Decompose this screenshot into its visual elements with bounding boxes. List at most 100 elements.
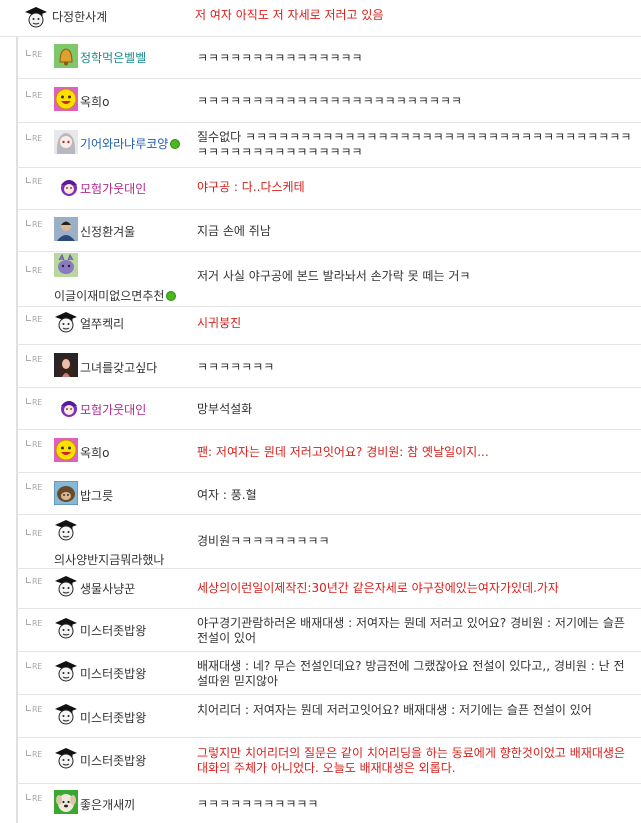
reply-indicator: RE [26, 483, 42, 492]
comment-row: RE 옥희o 팬: 저여자는 뭔데 저러고잇어요? 경비원: 참 옛날일이지..… [16, 430, 641, 473]
graduate-cap-avatar[interactable] [24, 5, 48, 29]
reply-arrow-icon [26, 398, 31, 404]
reply-indicator: RE [26, 177, 42, 186]
author-name[interactable]: 생물사냥꾼 [80, 580, 135, 597]
comment-text: 치어리더 : 저여자는 뭔데 저러고잇어요? 배재대생 : 저기에는 슬픈 전설… [197, 703, 592, 717]
comment-text: 배재대생 : 네? 무슨 전설인데요? 방금전에 그랬잖아요 전설이 있다고,,… [197, 659, 625, 688]
reply-indicator: RE [26, 355, 42, 364]
reply-arrow-icon [26, 529, 31, 535]
author-name[interactable]: 얼쭈켁리 [80, 315, 124, 332]
graduate-cap-avatar[interactable] [54, 746, 78, 770]
comment-text: ㅋㅋㅋㅋㅋㅋㅋㅋㅋㅋㅋㅋㅋㅋㅋ [197, 51, 363, 65]
comment-text: 야구공 : 다..다스케테 [197, 180, 305, 194]
comment-text: 야구경기관람하러온 배재대생 : 저여자는 뭔데 저러고 있어요? 경비원 : … [197, 616, 625, 645]
comment-text: 저 여자 아직도 저 자세로 저러고 있음 [195, 8, 384, 22]
comment-row: RE 밥그릇 여자 : 풍.혈 [16, 473, 641, 515]
author-name[interactable]: 옥희o [80, 93, 109, 110]
reply-arrow-icon [26, 794, 31, 800]
comment-row: RE 옥희o ㅋㅋㅋㅋㅋㅋㅋㅋㅋㅋㅋㅋㅋㅋㅋㅋㅋㅋㅋㅋㅋㅋㅋㅋ [16, 79, 641, 123]
comment-text: 경비원ㅋㅋㅋㅋㅋㅋㅋㅋㅋ [197, 534, 330, 548]
graduate-cap-avatar[interactable] [54, 702, 78, 726]
author-name[interactable]: 모험가웃대인 [80, 180, 146, 197]
hedgehog-avatar[interactable] [54, 481, 78, 505]
author-name[interactable]: 미스터좃밥왕 [80, 752, 146, 769]
comment-text: 세상의이런일이제작진:30년간 같은자세로 야구장에있는여자가있데.가자 [197, 581, 559, 595]
comment-row: RE 이글이재미없으면추천 저거 사실 야구공에 본드 발라놔서 손가락 못 떼… [16, 252, 641, 307]
comment-row: RE 생물사냥꾼 세상의이런일이제작진:30년간 같은자세로 야구장에있는여자가… [16, 569, 641, 609]
author-name[interactable]: 옥희o [80, 444, 109, 461]
comment-row: RE 모험가웃대인 야구공 : 다..다스케테 [16, 168, 641, 210]
reply-indicator: RE [26, 794, 42, 803]
comment-row: 다정한사계 저 여자 아직도 저 자세로 저러고 있음 [0, 0, 641, 37]
reply-arrow-icon [26, 50, 31, 56]
dog-avatar[interactable] [54, 790, 78, 814]
comment-row: RE 미스터좃밥왕 야구경기관람하러온 배재대생 : 저여자는 뭔데 저러고 있… [16, 609, 641, 652]
reply-indicator: RE [26, 577, 42, 586]
graduate-cap-avatar[interactable] [54, 518, 78, 542]
online-status-icon [166, 291, 177, 301]
author-name[interactable]: 정학먹은벨벨 [80, 49, 146, 66]
comment-row: RE 얼쭈켁리 시귀붕진 [16, 307, 641, 345]
purple-creature-avatar[interactable] [54, 253, 78, 277]
reply-arrow-icon [26, 750, 31, 756]
author-name[interactable]: 의사양반지금뭐라했나 [54, 551, 164, 568]
author-name[interactable]: 신정환겨울 [80, 223, 135, 240]
comment-row: RE 좋은개새끼 ㅋㅋㅋㅋㅋㅋㅋㅋㅋㅋㅋ [16, 784, 641, 823]
reply-arrow-icon [26, 134, 31, 140]
comment-row: RE 미스터좃밥왕 배재대생 : 네? 무슨 전설인데요? 방금전에 그랬잖아요… [16, 652, 641, 695]
comment-row: RE 모험가웃대인 망부석설화 [16, 388, 641, 430]
author-name[interactable]: 미스터좃밥왕 [80, 622, 146, 639]
author-name[interactable]: 미스터좃밥왕 [80, 665, 146, 682]
reply-arrow-icon [26, 619, 31, 625]
comment-text: 팬: 저여자는 뭔데 저러고잇어요? 경비원: 참 옛날일이지... [197, 445, 489, 459]
bell-avatar[interactable] [54, 44, 78, 68]
graduate-cap-avatar[interactable] [54, 574, 78, 598]
reply-arrow-icon [26, 662, 31, 668]
comment-text: 여자 : 풍.혈 [197, 488, 257, 502]
reply-arrow-icon [26, 91, 31, 97]
comment-row: RE 그녀를갖고싶다 ㅋㅋㅋㅋㅋㅋㅋ [16, 345, 641, 388]
purple-cap-avatar[interactable] [57, 174, 81, 198]
woman-photo-avatar[interactable] [54, 353, 78, 377]
smiley-avatar[interactable] [54, 438, 78, 462]
reply-arrow-icon [26, 483, 31, 489]
comment-text: 그렇지만 치어리더의 질문은 같이 치어리딩을 하는 동료에게 향한것이었고 배… [197, 746, 625, 775]
author-name[interactable]: 미스터좃밥왕 [80, 709, 146, 726]
online-status-icon [170, 139, 181, 149]
comment-row: RE 신정환겨울 지금 손에 쥐남 [16, 210, 641, 252]
reply-indicator: RE [26, 619, 42, 628]
anime-girl-avatar[interactable] [54, 130, 78, 154]
reply-indicator: RE [26, 750, 42, 759]
reply-arrow-icon [26, 315, 31, 321]
photo-avatar[interactable] [54, 217, 78, 241]
reply-arrow-icon [26, 440, 31, 446]
reply-arrow-icon [26, 705, 31, 711]
author-name[interactable]: 밥그릇 [80, 487, 113, 504]
reply-indicator: RE [26, 315, 42, 324]
comment-row: RE 정학먹은벨벨 ㅋㅋㅋㅋㅋㅋㅋㅋㅋㅋㅋㅋㅋㅋㅋ [16, 37, 641, 79]
reply-arrow-icon [26, 577, 31, 583]
author-name[interactable]: 이글이재미없으면추천 [54, 287, 177, 304]
graduate-cap-avatar[interactable] [54, 616, 78, 640]
reply-indicator: RE [26, 440, 42, 449]
author-name[interactable]: 기어와라냐루코양 [80, 135, 181, 152]
comment-text: ㅋㅋㅋㅋㅋㅋㅋ [197, 360, 275, 374]
author-name[interactable]: 좋은개새끼 [80, 796, 135, 813]
reply-indicator: RE [26, 266, 42, 275]
graduate-cap-avatar[interactable] [54, 659, 78, 683]
author-name[interactable]: 다정한사계 [52, 8, 107, 25]
comment-text: 지금 손에 쥐남 [197, 224, 271, 238]
reply-indicator: RE [26, 398, 42, 407]
purple-cap-avatar[interactable] [57, 395, 81, 419]
comment-row: RE 미스터좃밥왕 그렇지만 치어리더의 질문은 같이 치어리딩을 하는 동료에… [16, 738, 641, 784]
reply-arrow-icon [26, 220, 31, 226]
reply-indicator: RE [26, 50, 42, 59]
comment-row: RE 미스터좃밥왕 치어리더 : 저여자는 뭔데 저러고잇어요? 배재대생 : … [16, 695, 641, 738]
smiley-avatar[interactable] [54, 87, 78, 111]
comment-text: 저거 사실 야구공에 본드 발라놔서 손가락 못 떼는 거ㅋ [197, 269, 471, 283]
author-name[interactable]: 그녀를갖고싶다 [80, 359, 157, 376]
author-name[interactable]: 모험가웃대인 [80, 401, 146, 418]
comment-row: RE 의사양반지금뭐라했나 경비원ㅋㅋㅋㅋㅋㅋㅋㅋㅋ [16, 515, 641, 569]
reply-arrow-icon [26, 266, 31, 272]
graduate-cap-avatar[interactable] [54, 310, 78, 334]
